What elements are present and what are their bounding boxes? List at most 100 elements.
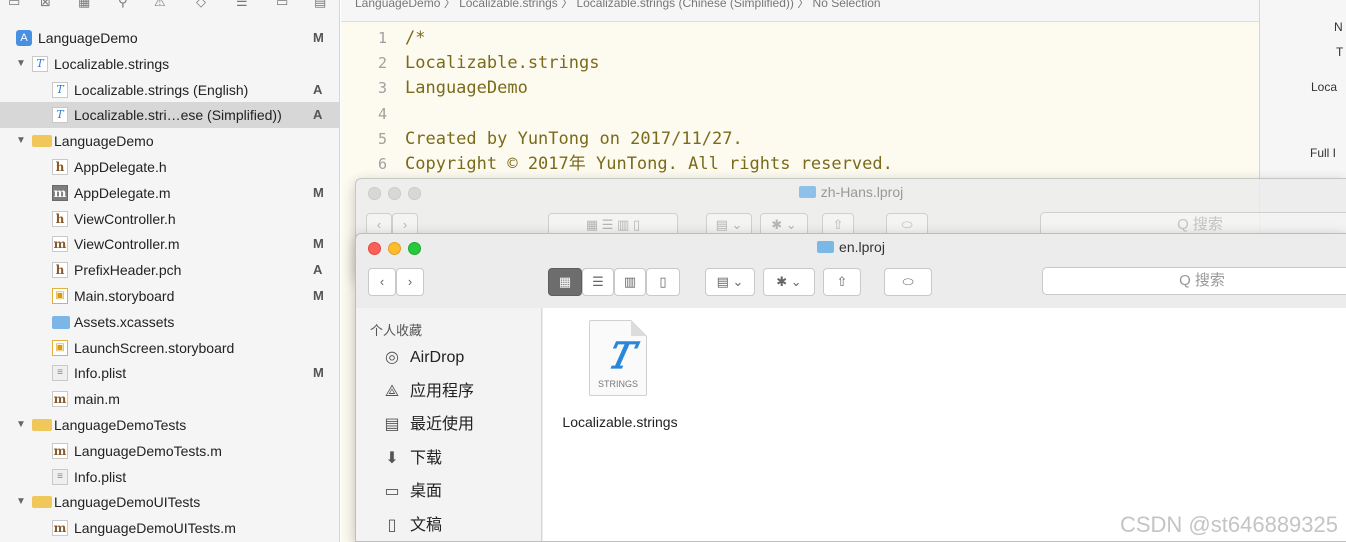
jump-bar[interactable]: LanguageDemo 〉 Localizable.strings 〉 Loc… (341, 0, 1259, 22)
desktop-icon: ▭ (384, 483, 400, 501)
navigator-row[interactable]: m ViewController.m M (0, 231, 339, 257)
code-text[interactable]: Copyright © 2017年 YunTong. All rights re… (405, 152, 893, 177)
navigator-row[interactable]: ▼ LanguageDemoUITests (0, 489, 339, 515)
title-bar[interactable]: zh-Hans.lproj (356, 179, 1346, 207)
column-view-button[interactable]: ▥ (614, 268, 646, 296)
sidebar-item[interactable]: ◎ AirDrop (382, 344, 464, 372)
sidebar-item-label: AirDrop (410, 349, 465, 366)
navigator-row[interactable]: 𝑇 Localizable.strings (English) A (0, 77, 339, 103)
finder-toolbar: ‹ › ▦ ☰ ▥ ▯ ▤ ⌄ ✱ ⌄ ⇧ ⬭ Q 搜索 (356, 262, 1346, 302)
strings-file-icon[interactable]: 𝑇 STRINGS (589, 320, 647, 396)
debug-icon[interactable]: ☰ (236, 0, 248, 10)
group-button[interactable]: ▤ ⌄ (705, 268, 755, 296)
sidebar-item[interactable]: ▯ 文稿 (382, 512, 442, 540)
inspector-label: T (1336, 45, 1344, 59)
jump-bar-path[interactable]: LanguageDemo 〉 Localizable.strings 〉 Loc… (355, 0, 881, 11)
downloads-icon: ⬇ (385, 449, 399, 467)
storyboard-icon: ▣ (52, 288, 68, 304)
disclosure-triangle-icon[interactable]: ▼ (16, 412, 28, 438)
navigator-row[interactable]: Assets.xcassets (0, 309, 339, 335)
finder-content[interactable]: 𝑇 STRINGS Localizable.strings (543, 308, 1346, 541)
navigator-row[interactable]: ▼ LanguageDemoTests (0, 412, 339, 438)
navigator-row-label: main.m (74, 391, 120, 408)
symbol-navigator-icon[interactable]: ▦ (78, 0, 90, 10)
folder-icon[interactable]: ▭ (8, 0, 20, 10)
navigator-row-label: Assets.xcassets (74, 313, 175, 330)
folder-icon (32, 135, 52, 148)
source-file-icon: m (52, 442, 68, 459)
forward-button[interactable]: › (396, 268, 424, 296)
code-text[interactable]: Localizable.strings (405, 51, 599, 76)
navigator-row[interactable]: A LanguageDemo M (0, 25, 339, 51)
gallery-view-button[interactable]: ▯ (646, 268, 680, 296)
test-icon[interactable]: ◇ (196, 0, 206, 10)
navigator-row[interactable]: ▣ Main.storyboard M (0, 283, 339, 309)
search-field[interactable]: Q 搜索 (1042, 267, 1346, 295)
sidebar-item[interactable]: ▤ 最近使用 (382, 411, 474, 439)
navigator-row[interactable]: 𝑇 Localizable.stri…ese (Simplified)) A (0, 102, 339, 129)
sidebar-item[interactable]: ⟁ 应用程序 (382, 378, 474, 406)
disclosure-triangle-icon[interactable]: ▼ (16, 128, 28, 154)
navigator-row[interactable]: h AppDelegate.h (0, 154, 339, 180)
line-number: 3 (377, 79, 387, 98)
breakpoint-icon[interactable]: ▭ (276, 0, 288, 10)
code-text[interactable]: Created by YunTong on 2017/11/27. (405, 127, 743, 152)
line-number: 2 (377, 54, 387, 73)
strings-icon: 𝑇 (52, 107, 68, 124)
sidebar-item-label: 文稿 (410, 517, 443, 534)
issue-icon[interactable]: ⚠ (154, 0, 166, 10)
sidebar-item-label: 应用程序 (410, 382, 475, 400)
sidebar-item[interactable]: ▭ 桌面 (382, 478, 442, 506)
code-text[interactable]: /* (405, 26, 425, 51)
navigator-row[interactable]: m main.m (0, 386, 339, 412)
code-text[interactable]: LanguageDemo (405, 76, 528, 101)
navigator-row[interactable]: m LanguageDemoUITests.m (0, 515, 339, 541)
navigator-row-label: LaunchScreen.storyboard (74, 339, 235, 356)
storyboard-icon: ▣ (52, 339, 68, 356)
navigator-row[interactable]: h ViewController.h (0, 206, 339, 232)
navigator-row-label: ViewController.h (74, 210, 176, 227)
disclosure-triangle-icon[interactable]: ▼ (16, 489, 28, 515)
navigator-row[interactable]: ▣ LaunchScreen.storyboard (0, 335, 339, 361)
sidebar-item[interactable]: ⬇ 下载 (382, 445, 442, 473)
line-number: 5 (377, 129, 387, 148)
navigator-row[interactable]: ▼ LanguageDemo (0, 128, 339, 154)
navigator-row-label: LanguageDemoUITests (54, 494, 201, 511)
navigator-row[interactable]: m LanguageDemoTests.m (0, 438, 339, 464)
plist-icon: ≡ (52, 468, 68, 485)
list-view-button[interactable]: ☰ (582, 268, 614, 296)
source-file-icon: m (52, 236, 68, 253)
assets-icon (52, 315, 70, 329)
navigator-row[interactable]: m AppDelegate.m M (0, 180, 339, 206)
inspector-label: Full I (1310, 146, 1337, 160)
navigator-row-label: Info.plist (74, 468, 127, 485)
navigator-row[interactable]: h PrefixHeader.pch A (0, 257, 339, 283)
folder-icon (798, 186, 816, 198)
navigator-row[interactable]: ≡ Info.plist (0, 464, 339, 490)
source-file-icon: m (52, 184, 68, 201)
source-control-icon[interactable]: ⊠ (40, 0, 51, 10)
line-number: 4 (377, 104, 387, 123)
finder-window-en[interactable]: en.lproj ‹ › ▦ ☰ ▥ ▯ ▤ ⌄ ✱ ⌄ ⇧ ⬭ Q 搜索 个人… (355, 233, 1346, 542)
project-navigator: ▭ ⊠ ▦ ⚲ ⚠ ◇ ☰ ▭ ▤ A LanguageDemo M ▼ 𝑇 Locali… (0, 0, 340, 542)
back-button[interactable]: ‹ (368, 268, 396, 296)
folder-icon (32, 496, 52, 509)
header-file-icon: h (52, 262, 68, 279)
navigator-row[interactable]: ≡ Info.plist M (0, 360, 339, 386)
find-icon[interactable]: ⚲ (118, 0, 128, 10)
line-number: 6 (377, 155, 387, 173)
sidebar-item-label: 最近使用 (410, 416, 475, 434)
icon-view-button[interactable]: ▦ (548, 268, 582, 296)
navigator-toolbar: ▭ ⊠ ▦ ⚲ ⚠ ◇ ☰ ▭ ▤ (0, 0, 339, 22)
tags-button[interactable]: ⬭ (884, 268, 932, 296)
navigator-row[interactable]: ▼ 𝑇 Localizable.strings (0, 51, 339, 77)
xcode-hammer-icon: 𝑇 (607, 335, 632, 377)
navigator-row-label: LanguageDemoTests (54, 417, 187, 433)
disclosure-triangle-icon[interactable]: ▼ (16, 51, 28, 77)
file-name[interactable]: Localizable.strings (555, 412, 685, 432)
action-button[interactable]: ✱ ⌄ (763, 268, 815, 296)
navigator-row-label: LanguageDemoUITests.m (74, 520, 236, 537)
share-button[interactable]: ⇧ (823, 268, 861, 296)
title-bar[interactable]: en.lproj (356, 234, 1346, 262)
report-icon[interactable]: ▤ (314, 0, 326, 10)
